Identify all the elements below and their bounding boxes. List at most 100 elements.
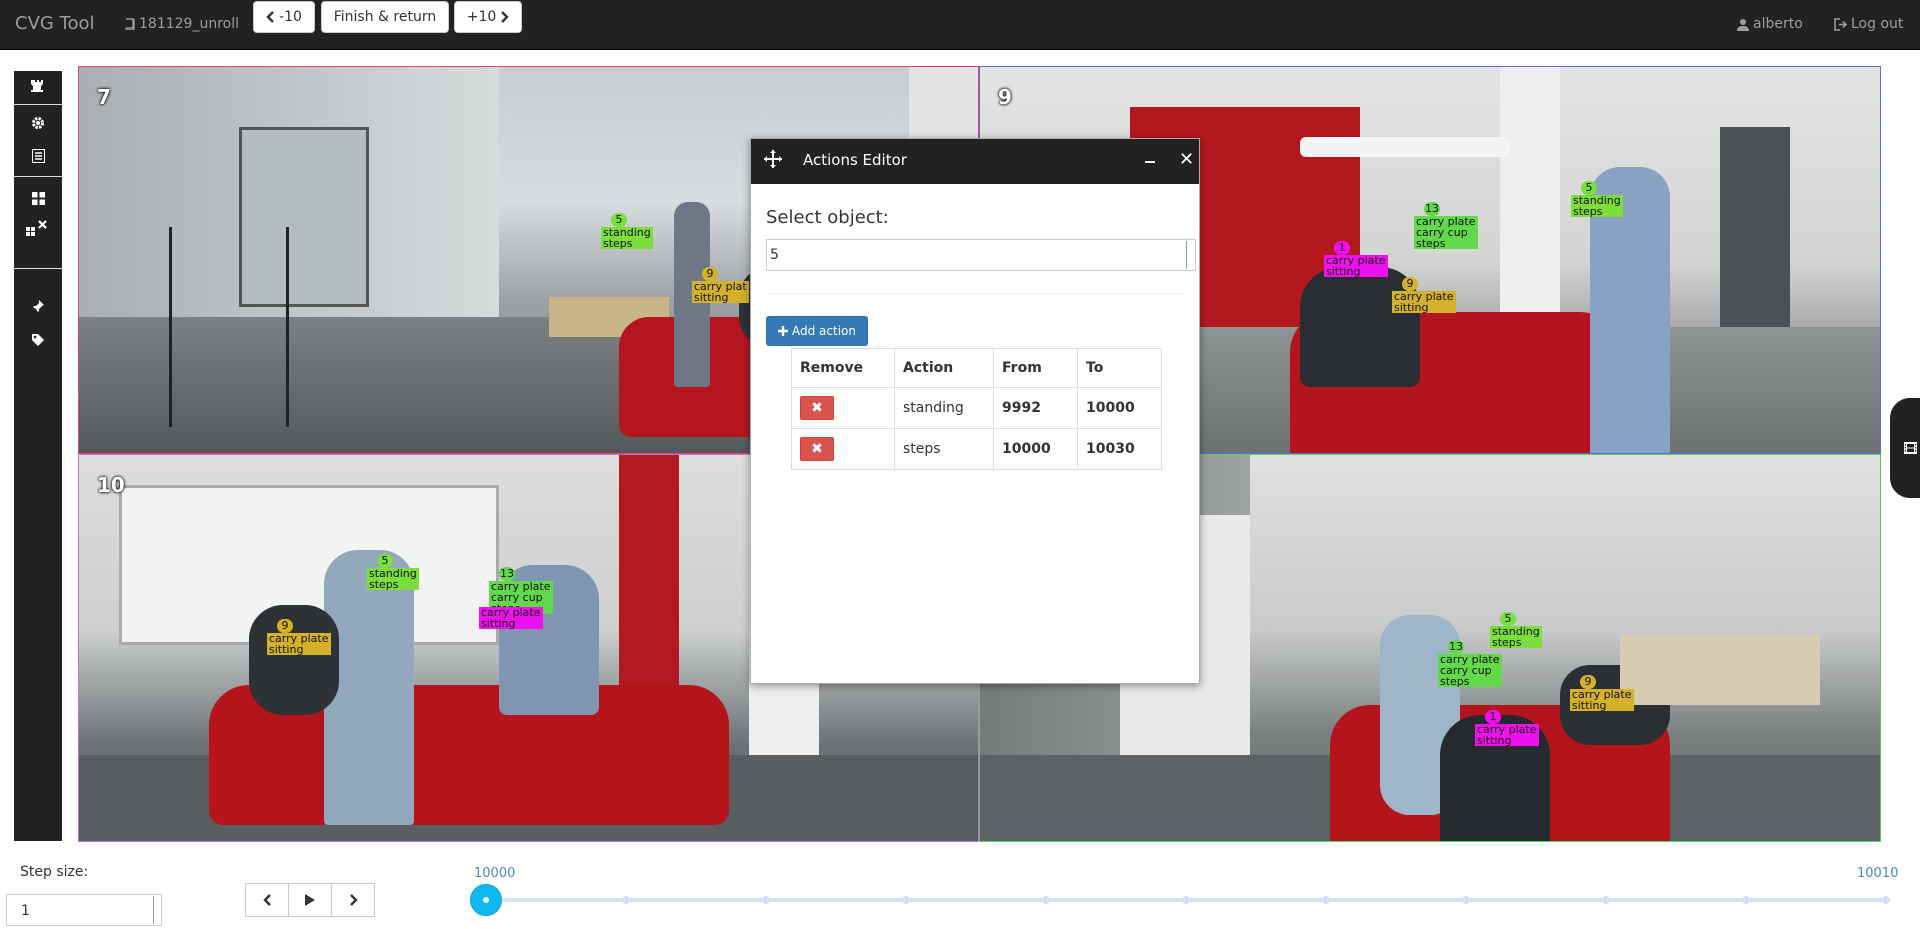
chevron-left-icon xyxy=(266,11,274,23)
slider-tick xyxy=(1042,896,1050,904)
from-cell: 10000 xyxy=(993,428,1078,470)
chess-rook-icon[interactable] xyxy=(14,73,62,99)
spinner-icon[interactable] xyxy=(1186,241,1194,269)
to-cell: 10000 xyxy=(1077,387,1162,429)
spinner-icon[interactable] xyxy=(153,896,161,924)
chevron-right-icon xyxy=(349,894,358,906)
object-id-input[interactable]: 5 xyxy=(766,239,1196,271)
slider-tick xyxy=(1602,896,1610,904)
play-button[interactable] xyxy=(288,883,332,917)
grid-remove-icon[interactable] xyxy=(14,217,62,243)
logout-icon xyxy=(1834,17,1847,31)
object-id-value: 5 xyxy=(770,247,779,263)
slider-tick xyxy=(1182,896,1190,904)
annotation-label: 9 carry plate sitting xyxy=(1392,277,1456,314)
column-header: To xyxy=(1077,348,1162,388)
project-name: 181129_unroll xyxy=(124,16,239,32)
table-header-row: Remove Action From To xyxy=(791,348,1162,388)
left-toolbar xyxy=(14,71,62,841)
slider-min-label: 10000 xyxy=(474,866,516,881)
tripod xyxy=(169,227,289,427)
plus-icon xyxy=(778,326,788,336)
back-10-button[interactable]: -10 xyxy=(253,1,315,33)
minimize-icon[interactable] xyxy=(1145,161,1155,163)
add-action-button[interactable]: Add action xyxy=(766,316,868,346)
project-label: 181129_unroll xyxy=(139,16,239,32)
from-cell: 9992 xyxy=(993,387,1078,429)
slider-max-label: 10010 xyxy=(1857,866,1899,881)
toolbar-divider xyxy=(14,104,62,105)
annotation-label: carry plate sitting xyxy=(479,606,543,630)
step-size-input[interactable]: 1 xyxy=(6,894,162,926)
annotation-label: 5 standing steps xyxy=(601,213,653,250)
actions-editor-dialog: Actions Editor ✕ Select object: 5 Add ac… xyxy=(750,138,1200,684)
select-object-label: Select object: xyxy=(766,207,889,228)
slider-tick xyxy=(1462,896,1470,904)
slider-tick xyxy=(1882,896,1890,904)
step-back-button[interactable] xyxy=(245,883,289,917)
grid-icon[interactable] xyxy=(14,185,62,211)
toolbar-divider xyxy=(14,268,62,269)
annotation-label: 13 carry plate carry cup steps xyxy=(1414,202,1478,250)
toolbar-divider xyxy=(14,176,62,177)
user-menu[interactable]: alberto xyxy=(1737,16,1803,32)
pin-icon[interactable] xyxy=(14,293,62,319)
user-name: alberto xyxy=(1753,16,1803,32)
logout-link[interactable]: Log out xyxy=(1834,16,1903,32)
remove-action-button[interactable]: ✖ xyxy=(800,396,834,420)
film-icon xyxy=(1903,442,1917,454)
remove-cell: ✖ xyxy=(791,387,895,429)
step-size-label: Step size: xyxy=(20,864,89,880)
camera-number: 9 xyxy=(998,85,1012,109)
annotation-label: 5 standing steps xyxy=(367,554,419,591)
slider-tick xyxy=(622,896,630,904)
film-strip-toggle[interactable] xyxy=(1890,398,1920,498)
annotation-label: 1 carry plate sitting xyxy=(1475,710,1539,747)
divider xyxy=(766,293,1183,294)
back-10-label: -10 xyxy=(279,9,302,25)
slider-tick xyxy=(762,896,770,904)
brand-logo[interactable]: CVG Tool xyxy=(15,13,95,34)
table-row: ✖ standing 9992 10000 xyxy=(791,387,1162,429)
tag-icon[interactable] xyxy=(14,327,62,353)
table-row: ✖ steps 10000 10030 xyxy=(791,428,1162,470)
slider-tick xyxy=(902,896,910,904)
column-header: Action xyxy=(894,348,994,388)
dialog-title: Actions Editor xyxy=(803,151,907,169)
actions-table: Remove Action From To ✖ standing 9992 10… xyxy=(791,348,1162,470)
move-icon[interactable] xyxy=(763,149,783,169)
step-size-value: 1 xyxy=(21,903,30,919)
action-cell: standing xyxy=(894,387,994,429)
slider-tick xyxy=(1742,896,1750,904)
annotation-label: 9 carry plate sitting xyxy=(1570,675,1634,712)
sideboard xyxy=(1620,635,1820,705)
remove-cell: ✖ xyxy=(791,428,895,470)
annotation-label: 9 carry plate sitting xyxy=(267,619,331,656)
logout-label: Log out xyxy=(1851,16,1904,32)
annotation-label: 5 standing steps xyxy=(1571,181,1623,218)
book-icon xyxy=(125,18,135,30)
forward-10-button[interactable]: +10 xyxy=(454,1,522,33)
annotation-label: 1 carry plate sitting xyxy=(1324,241,1388,278)
remove-action-button[interactable]: ✖ xyxy=(800,437,834,461)
action-cell: steps xyxy=(894,428,994,470)
column-header: From xyxy=(993,348,1078,388)
finish-return-button[interactable]: Finish & return xyxy=(321,1,449,33)
close-icon[interactable]: ✕ xyxy=(1179,149,1194,170)
user-icon xyxy=(1737,18,1749,31)
play-icon xyxy=(305,894,315,906)
chevron-right-icon xyxy=(501,11,509,23)
dialog-header[interactable]: Actions Editor ✕ xyxy=(751,139,1199,184)
add-action-label: Add action xyxy=(792,324,856,338)
slider-tick xyxy=(1322,896,1330,904)
camera-number: 10 xyxy=(97,473,125,497)
forward-10-label: +10 xyxy=(466,9,497,25)
list-icon[interactable] xyxy=(14,143,62,169)
chevron-left-icon xyxy=(262,894,271,906)
annotation-label: 9 carry plat sitting xyxy=(692,267,749,304)
column-header: Remove xyxy=(791,348,895,388)
step-forward-button[interactable] xyxy=(331,883,375,917)
gear-icon[interactable] xyxy=(14,110,62,136)
frame-slider-handle[interactable] xyxy=(470,884,502,916)
annotation-label: 13 carry plate carry cup steps xyxy=(1438,640,1502,688)
